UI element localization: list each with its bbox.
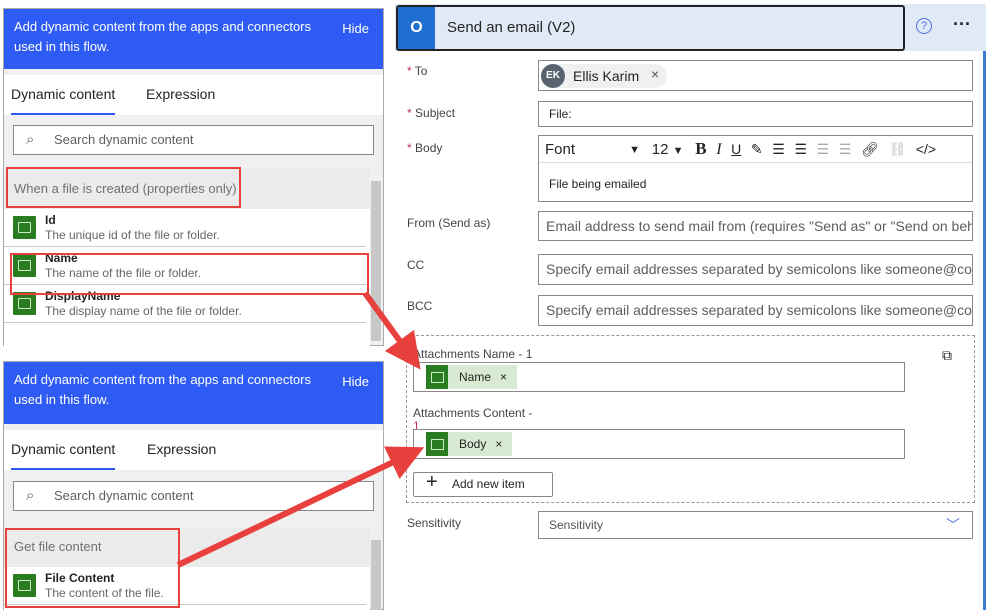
annotation-arrow [362, 291, 421, 370]
annotation-arrows [176, 291, 425, 568]
annotation-arrow [176, 446, 425, 568]
